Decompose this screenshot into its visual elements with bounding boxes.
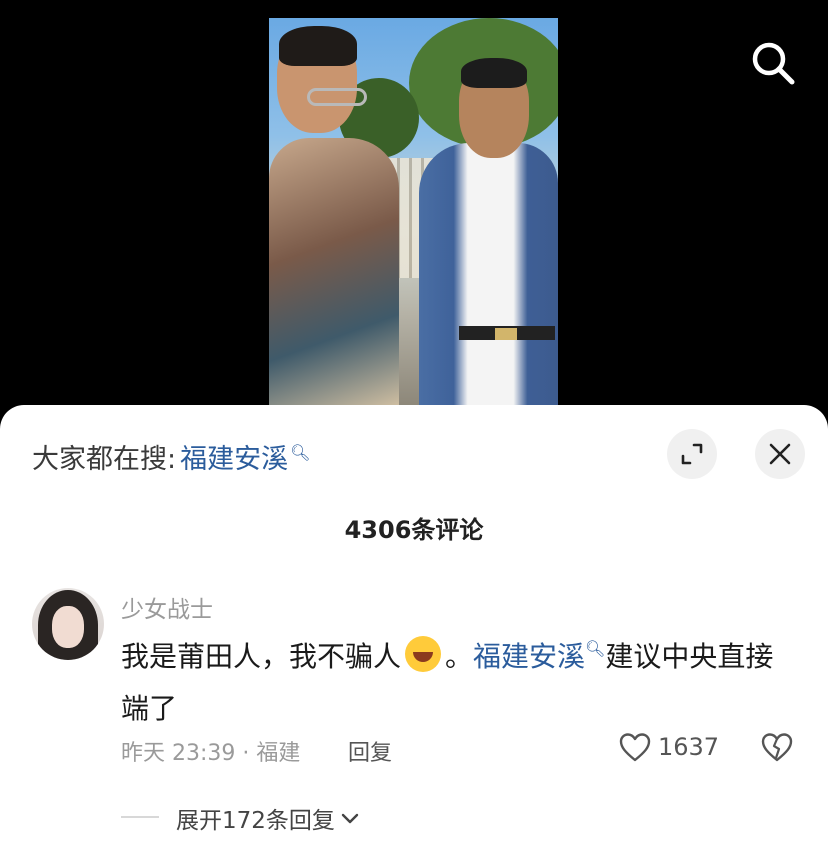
glasses [307,88,367,106]
comment-sheet: 大家都在搜: 福建安溪 🔍︎ 4306条评论 少女战士 我是莆田人，我不骗人 。福… [0,405,828,845]
expand-icon [681,443,703,465]
expand-replies-label: 展开172条回复 [176,808,335,834]
video-frame[interactable] [269,18,558,410]
comment-keyword-link[interactable]: 福建安溪 [473,640,585,673]
like-count: 1637 [658,733,720,761]
expand-replies-button[interactable]: 展开172条回复 [176,801,361,835]
heart-icon [619,733,651,762]
comment-text-part: 。 [445,640,474,673]
search-icon: 🔍︎ [290,443,311,462]
search-icon: 🔍︎ [585,639,606,658]
comment-time-location: 昨天 23:39 · 福建 [121,741,301,766]
expand-button[interactable] [667,429,717,479]
search-button[interactable] [748,38,798,88]
close-icon [769,443,791,465]
belt-buckle [495,328,517,340]
divider-line [121,816,159,818]
reply-button[interactable]: 回复 [348,735,392,767]
hot-search-bar[interactable]: 大家都在搜: 福建安溪 🔍︎ [32,437,310,476]
chevron-down-icon [341,813,359,824]
video-player[interactable] [0,0,828,420]
broken-heart-icon [761,733,793,762]
person-right [419,143,558,410]
comment-text: 我是莆田人，我不骗人 。福建安溪🔍︎建议中央直接端了 [121,633,791,733]
rofl-emoji [405,636,442,672]
search-icon [752,42,795,85]
dislike-button[interactable] [760,731,794,767]
like-button[interactable]: 1637 [618,731,719,763]
avatar-face [52,606,84,648]
person-left-hair [279,26,357,66]
close-button[interactable] [755,429,805,479]
person-right-hair [461,58,527,88]
comment-username[interactable]: 少女战士 [121,590,213,624]
hot-search-prefix: 大家都在搜: [32,444,177,475]
comment-text-part: 我是莆田人，我不骗人 [121,640,402,673]
hot-search-keyword[interactable]: 福建安溪 [180,437,288,476]
avatar[interactable] [32,588,104,660]
person-left [269,138,399,410]
comment-count: 4306条评论 [344,516,484,544]
